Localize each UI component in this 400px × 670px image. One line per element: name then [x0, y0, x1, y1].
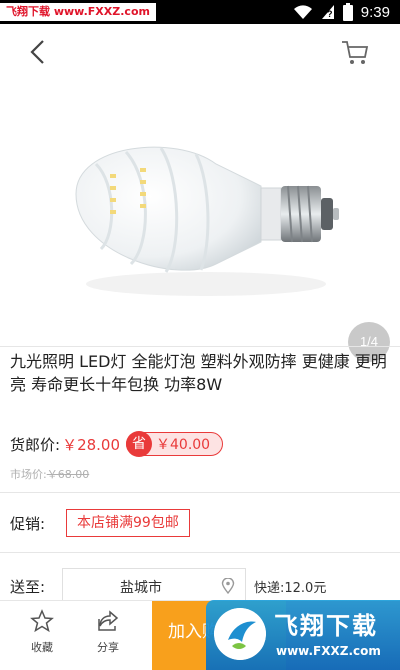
- promo-label: 促销:: [10, 514, 46, 533]
- discount-value: ￥40.00: [156, 437, 211, 453]
- star-icon: [30, 609, 54, 633]
- watermark-text: 飞翔下载: [274, 612, 378, 640]
- price-row: 货郎价: ￥28.00 省 ￥40.00: [10, 431, 224, 457]
- discount-badge: 省 ￥40.00: [126, 431, 224, 457]
- promo-row: 促销: 本店铺满99包邮: [10, 508, 190, 538]
- shipping-label: 送至:: [10, 578, 46, 596]
- watermark-logo-icon: [214, 608, 266, 660]
- wifi-icon: [293, 5, 312, 19]
- chevron-left-icon[interactable]: [22, 36, 54, 68]
- watermark-overlay: 飞翔下载 www.FXXZ.com: [206, 600, 400, 670]
- market-price: 市场价:￥68.00: [10, 466, 89, 482]
- promo-tag[interactable]: 本店铺满99包邮: [66, 509, 190, 537]
- watermark-badge: 飞翔下载 www.FXXZ.com: [0, 3, 156, 21]
- top-nav: [0, 24, 400, 78]
- save-icon: 省: [126, 431, 153, 457]
- market-price-label: 市场价:: [10, 468, 47, 481]
- cart-icon[interactable]: [340, 38, 370, 66]
- shipping-row: 送至: 盐城市 快递:12.0元: [10, 568, 390, 604]
- svg-text:?: ?: [327, 9, 333, 19]
- shipping-city-select[interactable]: 盐城市: [62, 568, 246, 602]
- price-value: ￥28.00: [62, 435, 121, 454]
- status-time: 9:39: [360, 3, 390, 21]
- location-pin-icon: [221, 578, 235, 594]
- price-label: 货郎价:: [10, 435, 61, 454]
- shipping-city: 盐城市: [120, 580, 162, 596]
- status-icons: ? 9:39: [293, 0, 390, 24]
- divider: [0, 492, 400, 493]
- share-button[interactable]: 分享: [78, 601, 138, 670]
- share-icon: [98, 610, 119, 631]
- battery-icon: [342, 3, 353, 21]
- favorite-button[interactable]: 收藏: [12, 601, 72, 670]
- status-bar: 飞翔下载 www.FXXZ.com ? 9:39: [0, 0, 400, 24]
- divider: [0, 552, 400, 553]
- market-price-value: ￥68.00: [46, 468, 90, 481]
- divider: [0, 346, 400, 347]
- shipping-fee: 快递:12.0元: [254, 581, 327, 596]
- favorite-label: 收藏: [31, 641, 53, 654]
- share-label: 分享: [97, 641, 119, 654]
- led-bulb-image: [75, 146, 339, 296]
- watermark-url: www.FXXZ.com: [276, 644, 381, 658]
- signal-icon: ?: [321, 5, 334, 19]
- product-title: 九光照明 LED灯 全能灯泡 塑料外观防摔 更健康 更明亮 寿命更长十年包换 功…: [10, 352, 387, 394]
